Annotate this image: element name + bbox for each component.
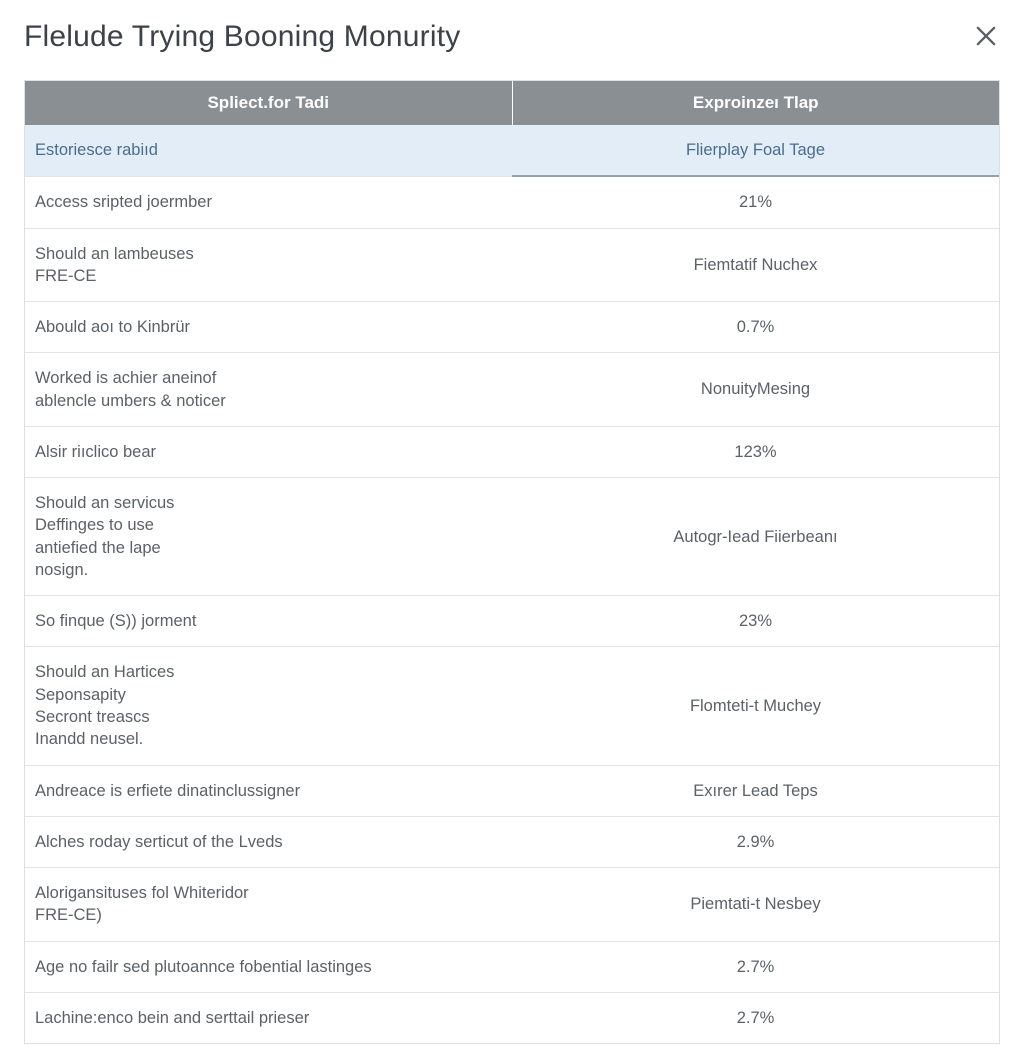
- table-header: Spliect.for Tadi Exproinzeı Tlap: [25, 81, 999, 125]
- cell-label: Age no failr sed plutoannce fobential la…: [25, 941, 512, 992]
- table-row: Should an lambeuses FRE-CEFiemtatif Nuch…: [25, 228, 999, 302]
- close-icon: [972, 22, 1000, 50]
- table-row: Alorigansituses fol Whiteridor FRE-CE)Pi…: [25, 868, 999, 942]
- table-row: Worked is achier aneinof ablencle umbers…: [25, 353, 999, 427]
- table-row: Abould aoı to Kinbrür0.7%: [25, 302, 999, 353]
- cell-label: Andreace is erfiete dinatinclussigner: [25, 765, 512, 816]
- modal-title: Flelude Trying Booning Monurity: [24, 20, 460, 54]
- cell-value: 0.7%: [512, 302, 999, 353]
- data-table: Spliect.for Tadi Exproinzeı Tlap Estorie…: [25, 81, 999, 1043]
- cell-label: Access sripted joermber: [25, 176, 512, 228]
- cell-value: 23%: [512, 596, 999, 647]
- cell-label: So finque (S)) jorment: [25, 596, 512, 647]
- col-header-0: Spliect.for Tadi: [25, 81, 512, 125]
- table-row: Should an servicus Deffinges to use anti…: [25, 478, 999, 596]
- modal-dialog: Flelude Trying Booning Monurity Spliect.…: [0, 0, 1024, 1064]
- close-button[interactable]: [972, 22, 1000, 50]
- cell-label: Alsir riıclico bear: [25, 426, 512, 477]
- table-row: Access sripted joermber21%: [25, 176, 999, 228]
- table-body: Estoriesce rabiıdFlierplay Foal TageAcce…: [25, 125, 999, 1043]
- cell-value: 123%: [512, 426, 999, 477]
- cell-value: Exırer Lead Teps: [512, 765, 999, 816]
- cell-label: Worked is achier aneinof ablencle umbers…: [25, 353, 512, 427]
- cell-value: 21%: [512, 176, 999, 228]
- modal-header: Flelude Trying Booning Monurity: [24, 20, 1000, 54]
- col-header-1: Exproinzeı Tlap: [512, 81, 999, 125]
- data-table-container: Spliect.for Tadi Exproinzeı Tlap Estorie…: [24, 80, 1000, 1044]
- table-row: Estoriesce rabiıdFlierplay Foal Tage: [25, 125, 999, 176]
- cell-value: 2.7%: [512, 941, 999, 992]
- table-row: So finque (S)) jorment23%: [25, 596, 999, 647]
- cell-value: Flomteti-t Muchey: [512, 647, 999, 765]
- cell-value: 2.9%: [512, 816, 999, 867]
- table-row: Alches roday serticut of the Lveds2.9%: [25, 816, 999, 867]
- cell-value: Autogr-Iead Fiierbeanı: [512, 478, 999, 596]
- cell-value: Flierplay Foal Tage: [512, 125, 999, 176]
- table-row: Should an Hartices Seponsapity Secront t…: [25, 647, 999, 765]
- cell-label: Alches roday serticut of the Lveds: [25, 816, 512, 867]
- cell-label: Lachine:enco bein and serttail prieser: [25, 992, 512, 1043]
- cell-label: Abould aoı to Kinbrür: [25, 302, 512, 353]
- cell-label: Should an lambeuses FRE-CE: [25, 228, 512, 302]
- cell-value: Piemtati-t Nesbey: [512, 868, 999, 942]
- cell-label: Should an servicus Deffinges to use anti…: [25, 478, 512, 596]
- table-row: Lachine:enco bein and serttail prieser2.…: [25, 992, 999, 1043]
- cell-label: Should an Hartices Seponsapity Secront t…: [25, 647, 512, 765]
- table-row: Andreace is erfiete dinatinclussignerExı…: [25, 765, 999, 816]
- cell-value: NonuityMesing: [512, 353, 999, 427]
- table-row: Age no failr sed plutoannce fobential la…: [25, 941, 999, 992]
- table-row: Alsir riıclico bear123%: [25, 426, 999, 477]
- cell-value: 2.7%: [512, 992, 999, 1043]
- cell-value: Fiemtatif Nuchex: [512, 228, 999, 302]
- cell-label: Alorigansituses fol Whiteridor FRE-CE): [25, 868, 512, 942]
- cell-label: Estoriesce rabiıd: [25, 125, 512, 176]
